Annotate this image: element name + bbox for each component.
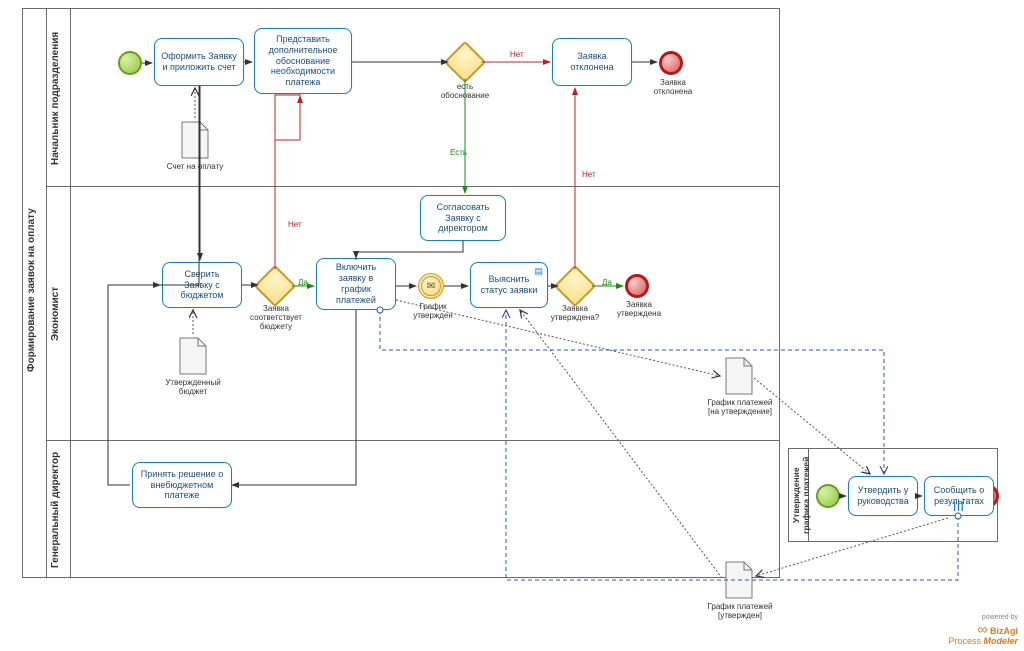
- task-create-request: Оформить Заявку и приложить счет: [154, 38, 244, 86]
- process-modeler-label: Process Modeler: [948, 636, 1018, 646]
- gateway-has-justification-label: есть обоснование: [435, 82, 495, 100]
- task-request-rejected: Заявка отклонена: [552, 38, 632, 86]
- intermediate-event-label: График утвержден: [408, 302, 458, 320]
- task-check-status-label: Выяснить статус заявки: [477, 274, 541, 296]
- flow-label-yes1: Есть: [450, 148, 467, 157]
- pool-title: Формирование заявок на оплату: [26, 20, 37, 560]
- subprocess-title: Утверждение графика платежей: [791, 452, 811, 538]
- flow-label-yes3: Да: [602, 278, 612, 287]
- end-event-rejected: [659, 51, 683, 75]
- lane-sep-2: [46, 440, 780, 441]
- data-object-approved-budget-label: Утвержденный бюджет: [158, 378, 228, 396]
- task-extra-justification: Представить дополнительное обоснование н…: [254, 28, 352, 94]
- task-approve-with-management: Утвердить у руководства: [848, 476, 918, 516]
- bizagi-logo-icon: ∞: [978, 621, 988, 637]
- task-agree-with-director: Согласовать Заявку с директором: [420, 195, 506, 241]
- end-event-approved: [625, 274, 649, 298]
- task-check-status: Выяснить статус заявки ▤: [470, 262, 548, 308]
- start-event-sub: [816, 484, 840, 508]
- gateway-budget-ok: [260, 271, 290, 301]
- end-event-approved-label: Заявка утверждена: [614, 300, 664, 318]
- gateway-request-approved: [560, 271, 590, 301]
- envelope-icon: ✉: [427, 281, 435, 292]
- flow-label-no2: Нет: [288, 220, 302, 229]
- flow-label-no1: Нет: [510, 50, 524, 59]
- task-add-to-schedule: Включить заявку в график платежей: [316, 258, 396, 310]
- footer-logo: powered by ∞ BizAgi Process Modeler: [948, 614, 1018, 647]
- task-report-results: Сообщить о результатах |||: [924, 476, 994, 516]
- pool-title-sep: [46, 8, 47, 578]
- data-object-invoice-label: Счет на оплату: [160, 162, 230, 171]
- task-check-budget: Сверить Заявку с бюджетом: [162, 262, 242, 308]
- data-object-schedule-approved-label: График платежей [утвержден]: [704, 602, 776, 620]
- intermediate-event-schedule-approved: ✉: [418, 273, 444, 299]
- subprocess-marker-icon: ▤: [534, 266, 543, 277]
- gateway-budget-ok-label: Заявка соответствует бюджету: [244, 304, 308, 331]
- multi-instance-marker-icon: |||: [953, 501, 964, 513]
- gateway-request-approved-label: Заявка утверждена?: [544, 304, 606, 322]
- lane-gen-director: Генеральный директор: [50, 448, 61, 572]
- gateway-has-justification: [450, 47, 480, 77]
- bizagi-brand: BizAgi: [990, 626, 1018, 636]
- start-event-main: [118, 51, 142, 75]
- lane-title-sep: [70, 8, 71, 578]
- lane-head-dept: Начальник подразделения: [50, 18, 61, 178]
- flow-label-no3: Нет: [582, 170, 596, 179]
- data-object-schedule-for-approval-label: График платежей [на утверждение]: [704, 398, 776, 416]
- lane-sep-1: [46, 186, 780, 187]
- flow-label-yes2: Да: [298, 278, 308, 287]
- lane-economist: Экономист: [50, 196, 61, 432]
- end-event-rejected-label: Заявка отклонена: [650, 78, 696, 96]
- task-decide-out-of-budget: Принять решение о внебюджетном платеже: [132, 462, 232, 508]
